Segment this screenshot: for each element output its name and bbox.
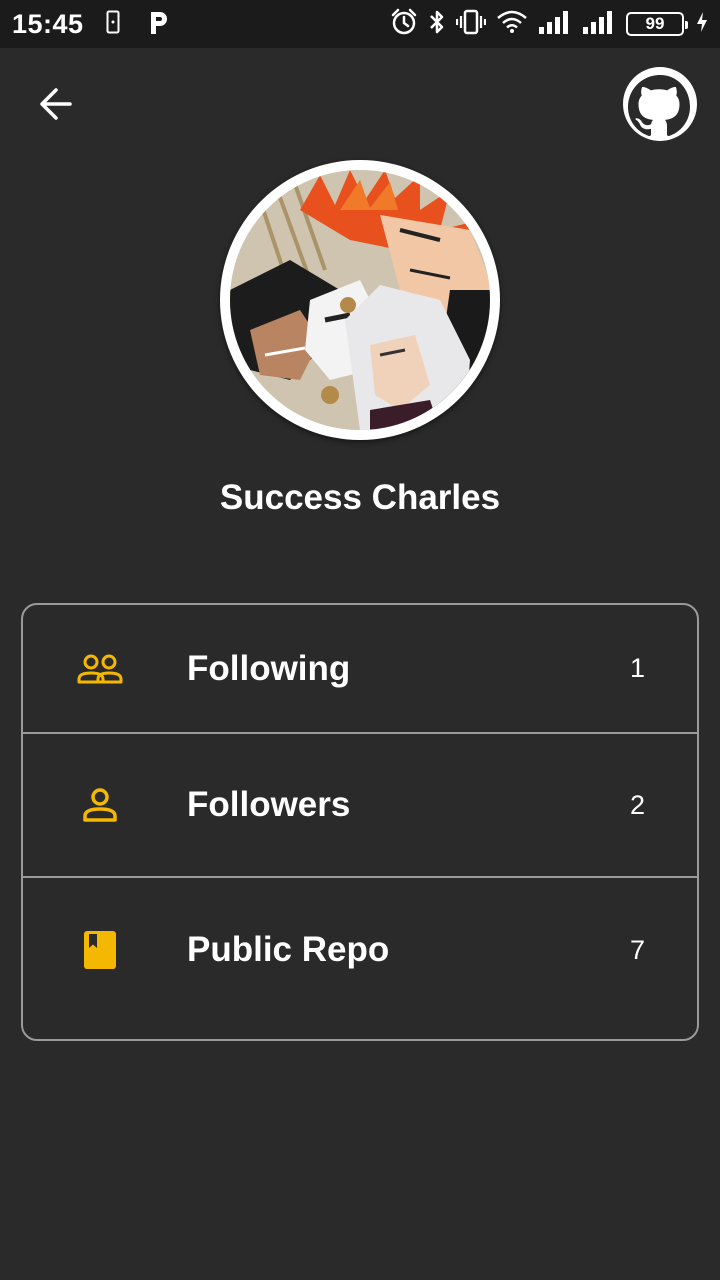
- people-icon: [75, 644, 125, 694]
- stat-count: 2: [629, 789, 645, 820]
- wifi-icon: [496, 10, 528, 39]
- avatar: [220, 160, 500, 440]
- stat-label: Following: [187, 648, 351, 688]
- book-icon: [75, 925, 125, 975]
- stat-count: 1: [629, 653, 645, 683]
- stat-count: 7: [629, 934, 645, 965]
- sim-icon: [106, 10, 120, 39]
- status-bar: 15:45 99: [0, 0, 720, 48]
- stat-row-followers[interactable]: Followers 2: [23, 734, 697, 878]
- avatar-image: [230, 170, 490, 430]
- vibrate-icon: [455, 9, 487, 40]
- back-button[interactable]: [28, 78, 84, 134]
- signal-icon: [538, 9, 572, 40]
- stat-label: Public Repo: [187, 930, 390, 969]
- person-icon: [75, 780, 125, 830]
- bluetooth-icon: [428, 8, 446, 41]
- signal-icon: [582, 9, 616, 40]
- arrow-left-icon: [38, 86, 74, 127]
- github-icon: [620, 67, 700, 145]
- charging-icon: [696, 11, 708, 38]
- battery-level: 99: [645, 14, 665, 33]
- github-button[interactable]: [620, 67, 700, 141]
- p-app-icon: [148, 9, 170, 40]
- stat-label: Followers: [187, 785, 351, 824]
- battery-icon: 99: [626, 12, 688, 36]
- alarm-icon: [390, 8, 418, 41]
- stat-row-public-repo[interactable]: Public Repo 7: [23, 878, 697, 1022]
- stat-row-following[interactable]: Following 1: [23, 605, 697, 734]
- status-time: 15:45: [12, 8, 84, 39]
- profile-name: Success Charles: [219, 478, 501, 517]
- stats-card: Following 1 Followers 2 Public Repo 7: [21, 603, 699, 1041]
